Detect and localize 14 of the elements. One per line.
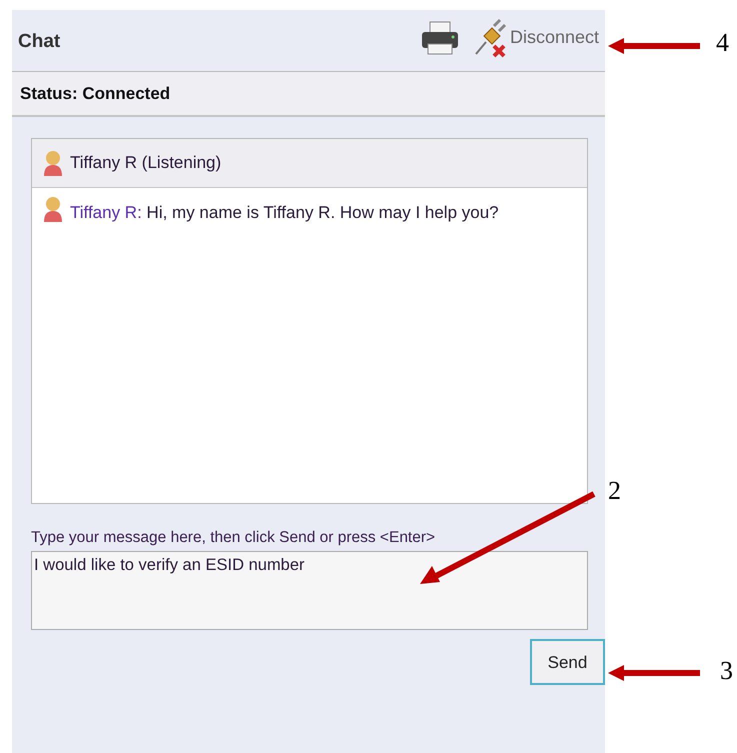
send-button[interactable]: Send <box>530 639 605 686</box>
agent-icon <box>42 196 64 222</box>
chat-message: Tiffany R: Hi, my name is Tiffany R. How may I help you? <box>70 202 499 224</box>
printer-icon[interactable] <box>420 20 460 56</box>
callout-number: 3 <box>720 658 733 684</box>
agent-icon <box>42 150 64 176</box>
callout-number: 2 <box>608 478 621 504</box>
callout-number: 4 <box>716 30 729 56</box>
message-input-field[interactable]: I would like to verify an ESID number <box>31 551 588 630</box>
window-title: Chat <box>18 30 60 54</box>
participant-status: Tiffany R (Listening) <box>70 152 222 174</box>
disconnect-button[interactable]: Disconnect <box>510 24 599 51</box>
connection-status: Status: Connected <box>20 82 170 105</box>
compose-hint: Type your message here, then click Send or press <Enter> <box>31 528 436 548</box>
